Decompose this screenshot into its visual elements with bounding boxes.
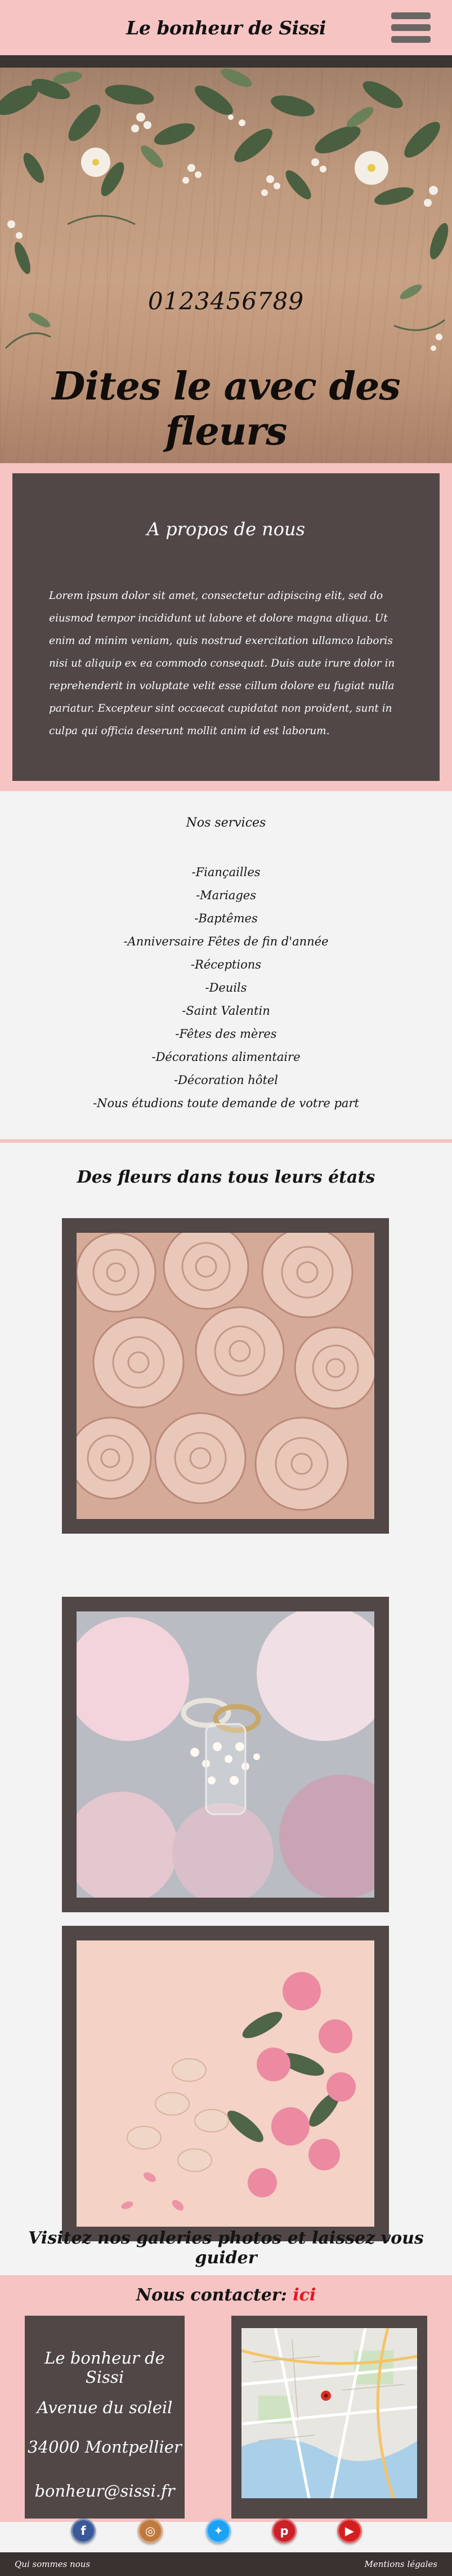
twitter-icon[interactable]: ✦ [206, 2519, 231, 2543]
gallery-photo-macarons[interactable] [62, 1926, 389, 2241]
instagram-icon[interactable]: ◎ [138, 2519, 163, 2543]
gallery-cta[interactable]: Visitez nos galeries photos et laissez v… [0, 2228, 452, 2268]
about-title: A propos de nous [146, 518, 306, 540]
contact-street: Avenue du soleil [37, 2398, 173, 2417]
service-item: -Baptêmes [194, 912, 258, 925]
about-section: A propos de nous Lorem ipsum dolor sit a… [0, 463, 452, 791]
section-divider [0, 1139, 452, 1143]
contact-section: Nous contacter: ici Le bonheur de Sissi … [0, 2275, 452, 2522]
contact-title: Nous contacter: ici [0, 2285, 452, 2305]
menu-bar [391, 36, 431, 43]
social-links: f ◎ ✦ p ▶ [0, 2505, 452, 2552]
service-item: -Décorations alimentaire [151, 1050, 301, 1064]
hamburger-menu-icon[interactable] [391, 12, 431, 43]
menu-bar [391, 24, 431, 31]
service-item: -Mariages [195, 889, 257, 902]
service-item: -Fêtes des mères [175, 1027, 277, 1041]
macarons-bouquet-photo [77, 1940, 374, 2227]
about-card: A propos de nous Lorem ipsum dolor sit a… [12, 473, 440, 781]
menu-bar [391, 12, 431, 19]
contact-city: 34000 Montpellier [28, 2437, 182, 2457]
contact-title-text: Nous contacter: [136, 2285, 293, 2305]
service-item: -Deuils [205, 981, 247, 994]
service-item: -Fiançailles [191, 865, 261, 879]
service-item: -Réceptions [190, 958, 262, 971]
site-footer: Qui sommes nous Mentions légales [0, 2552, 452, 2576]
service-item: -Anniversaire Fêtes de fin d'année [123, 935, 329, 948]
services-section: Nos services -Fiançailles -Mariages -Bap… [0, 791, 452, 1142]
contact-card: Le bonheur de Sissi Avenue du soleil 340… [25, 2316, 185, 2519]
service-item: -Nous étudions toute demande de votre pa… [93, 1096, 359, 1110]
hero-banner: 0123456789 Dites le avec des fleurs [0, 55, 452, 463]
footer-about-link[interactable]: Qui sommes nous [15, 2559, 90, 2569]
services-list: -Fiançailles -Mariages -Baptêmes -Annive… [0, 861, 452, 1115]
pinterest-icon[interactable]: p [272, 2519, 297, 2543]
contact-name: Le bonheur de Sissi [44, 2348, 165, 2387]
contact-link[interactable]: ici [293, 2285, 316, 2305]
footer-legal-link[interactable]: Mentions légales [365, 2559, 437, 2569]
gallery-photo-rings[interactable] [62, 1597, 389, 1912]
youtube-icon[interactable]: ▶ [337, 2519, 362, 2543]
service-item: -Saint Valentin [182, 1004, 270, 1018]
services-title: Nos services [186, 816, 266, 830]
site-title[interactable]: Le bonheur de Sissi [126, 17, 326, 39]
gallery-photo-roses[interactable] [62, 1218, 389, 1534]
map-frame [231, 2316, 427, 2519]
wedding-rings-photo [77, 1611, 374, 1898]
facebook-icon[interactable]: f [71, 2519, 96, 2543]
service-item: -Décoration hôtel [173, 1073, 279, 1087]
roses-photo [77, 1233, 374, 1519]
hero-phone-number[interactable]: 0123456789 [0, 287, 452, 315]
about-text: Lorem ipsum dolor sit amet, consectetur … [49, 590, 395, 737]
contact-email[interactable]: bonheur@sissi.fr [25, 2481, 185, 2501]
hero-tagline: Dites le avec des fleurs [52, 364, 400, 454]
site-header: Le bonheur de Sissi [0, 0, 452, 55]
gallery-title: Des fleurs dans tous leurs états [77, 1167, 375, 1187]
location-map[interactable] [241, 2328, 417, 2498]
